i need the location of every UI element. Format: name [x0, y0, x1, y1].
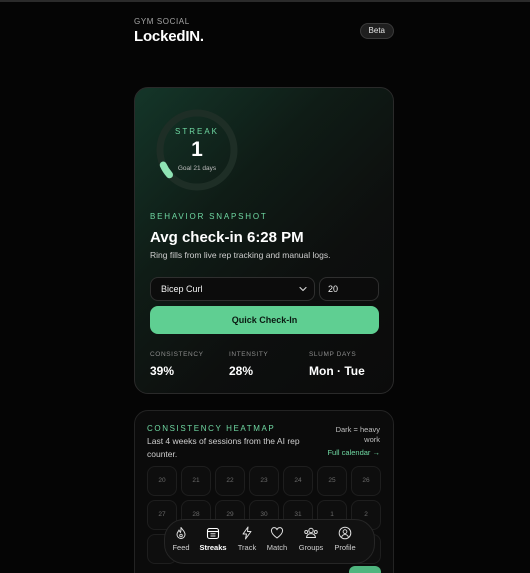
nav-item-feed[interactable]: Feed [165, 526, 197, 552]
beta-badge[interactable]: Beta [359, 23, 394, 39]
chevron-down-icon [299, 286, 307, 292]
nav-item-profile[interactable]: Profile [329, 526, 361, 552]
bolt-icon [242, 526, 252, 540]
nav-label: Streaks [199, 543, 227, 552]
nav-label: Match [266, 543, 288, 552]
stat-label: SLUMP DAYS [309, 351, 357, 358]
streak-ring: STREAK 1 Goal 21 days [155, 108, 239, 192]
heatmap-cell[interactable]: 23 [249, 466, 279, 496]
heatmap-cell[interactable]: 21 [181, 466, 211, 496]
nav-item-groups[interactable]: Groups [295, 526, 327, 552]
users-icon [304, 527, 318, 538]
profile-icon [338, 526, 352, 540]
stat-value: Mon · Tue [309, 364, 365, 378]
streak-goal: Goal 21 days [177, 165, 217, 172]
exercise-select-value: Bicep Curl [161, 284, 203, 294]
window-top-edge [0, 0, 530, 2]
snapshot-label: BEHAVIOR SNAPSHOT [150, 212, 268, 221]
quick-check-in-button[interactable]: Quick Check-In [150, 306, 379, 334]
nav-label: Feed [172, 543, 190, 552]
brand-logo: LockedIN. [134, 28, 204, 45]
stat-intensity: INTENSITY 28% [229, 351, 268, 378]
stat-slump-days: SLUMP DAYS Mon · Tue [309, 351, 365, 378]
nav-item-match[interactable]: Match [261, 526, 293, 552]
stat-label: CONSISTENCY [150, 351, 204, 358]
stat-consistency: CONSISTENCY 39% [150, 351, 204, 378]
heatmap-cell-active[interactable] [349, 566, 381, 573]
bottom-nav: Feed Streaks Track Match Groups Profile [164, 519, 375, 564]
calendar-icon [206, 527, 220, 540]
heatmap-cell[interactable]: 24 [283, 466, 313, 496]
stat-value: 28% [229, 364, 254, 378]
heart-icon [270, 527, 284, 539]
stat-label: INTENSITY [229, 351, 269, 358]
exercise-select[interactable]: Bicep Curl [150, 277, 315, 301]
streak-card: STREAK 1 Goal 21 days BEHAVIOR SNAPSHOT … [134, 87, 394, 394]
heatmap-cell[interactable]: 25 [317, 466, 347, 496]
stat-value: 39% [150, 364, 175, 378]
streak-label: STREAK [174, 127, 219, 136]
heatmap-legend: Dark = heavy work [335, 425, 380, 444]
reps-input[interactable] [319, 277, 379, 301]
snapshot-title: Avg check-in 6:28 PM [150, 229, 304, 246]
heatmap-cell[interactable]: 20 [147, 466, 177, 496]
heatmap-label: CONSISTENCY HEATMAP [147, 424, 276, 433]
heatmap-cell[interactable]: 22 [215, 466, 245, 496]
full-calendar-link[interactable]: Full calendar → [327, 448, 380, 457]
streak-count: 1 [191, 138, 203, 161]
flame-icon [176, 527, 186, 539]
nav-label: Track [237, 543, 257, 552]
nav-label: Profile [334, 543, 356, 552]
heatmap-cell[interactable]: 26 [351, 466, 381, 496]
nav-label: Groups [298, 543, 324, 552]
heatmap-description: Last 4 weeks of sessions from the AI rep… [147, 436, 300, 459]
brand-subtitle: GYM SOCIAL [134, 17, 190, 26]
nav-item-track[interactable]: Track [231, 526, 263, 552]
app-header: GYM SOCIAL LockedIN. Beta [134, 17, 394, 47]
snapshot-description: Ring fills from live rep tracking and ma… [150, 250, 331, 260]
nav-item-streaks[interactable]: Streaks [197, 526, 229, 552]
